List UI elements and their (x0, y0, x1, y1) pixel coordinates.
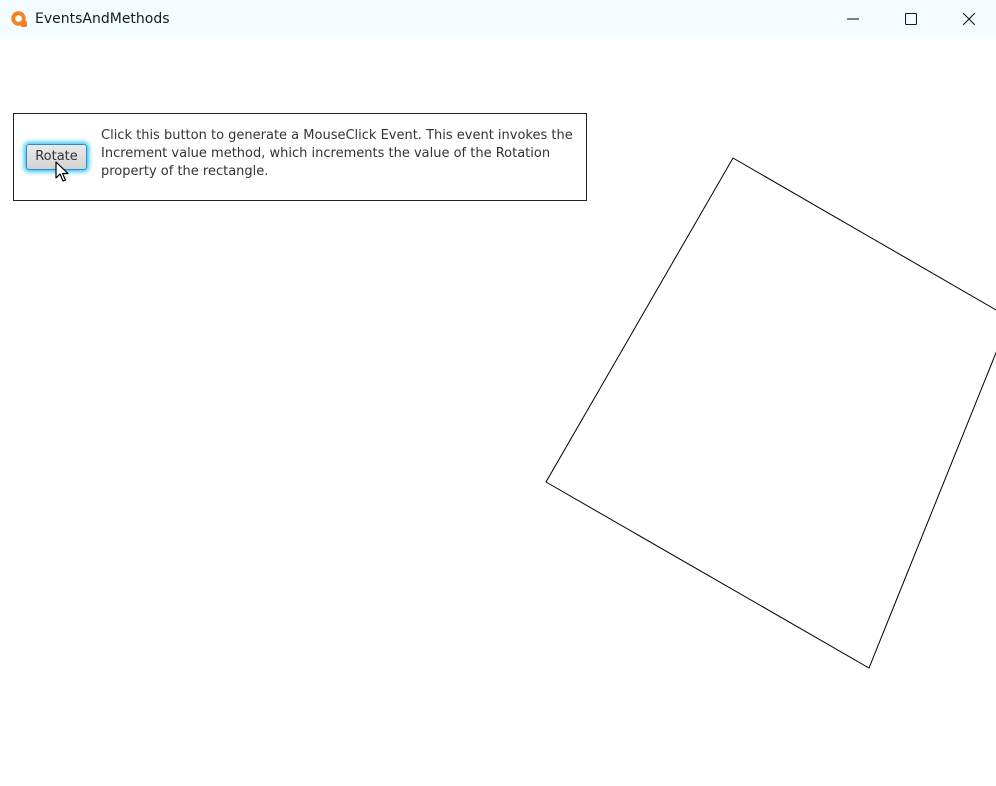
rotated-rectangle (545, 157, 996, 669)
title-bar[interactable]: EventsAndMethods (0, 0, 996, 37)
close-icon (963, 12, 975, 25)
app-window: EventsAndMethods Rotate Click this butto… (0, 0, 996, 786)
minimize-button[interactable] (824, 0, 882, 37)
maximize-button[interactable] (882, 0, 940, 37)
minimize-icon (847, 17, 859, 20)
close-button[interactable] (940, 0, 996, 37)
window-title: EventsAndMethods (35, 11, 170, 27)
maximize-icon (905, 12, 917, 25)
shape-canvas (545, 157, 996, 669)
app-logo-icon (10, 10, 28, 28)
